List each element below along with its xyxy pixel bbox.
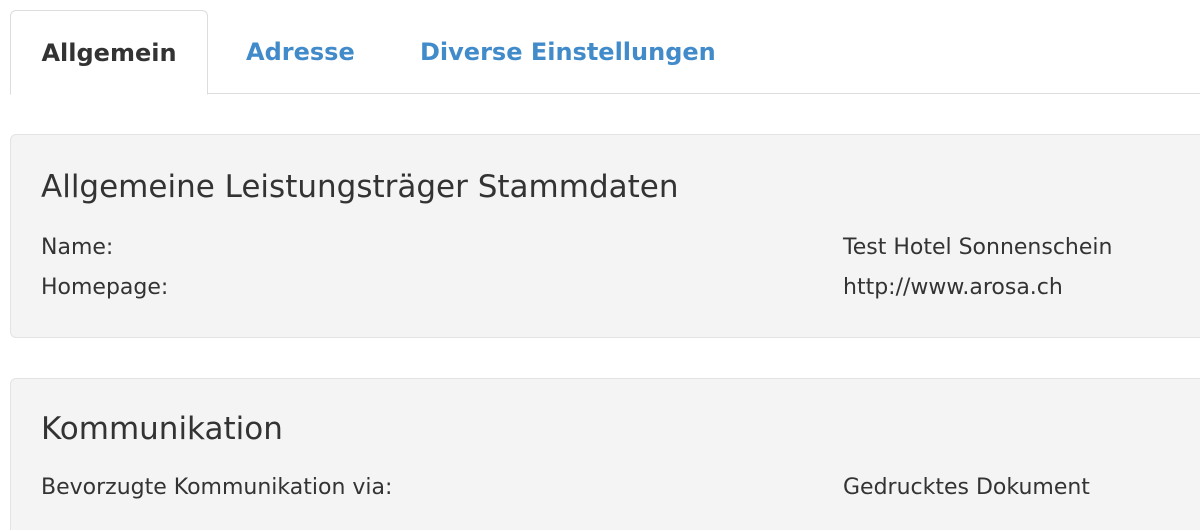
tab-diverse-einstellungen[interactable]: Diverse Einstellungen	[420, 10, 716, 94]
kommunikation-label: Bevorzugte Kommunikation via:	[41, 475, 393, 500]
homepage-value: http://www.arosa.ch	[843, 275, 1063, 300]
kommunikation-panel: Kommunikation Bevorzugte Kommunikation v…	[10, 378, 1200, 530]
homepage-label: Homepage:	[41, 275, 169, 300]
name-value: Test Hotel Sonnenschein	[843, 235, 1113, 260]
stammdaten-panel: Allgemeine Leistungsträger Stammdaten Na…	[10, 134, 1200, 338]
tab-bar: Allgemein Adresse Diverse Einstellungen	[10, 10, 1200, 95]
page: Allgemein Adresse Diverse Einstellungen …	[0, 0, 1200, 530]
tab-allgemein[interactable]: Allgemein	[10, 10, 208, 95]
kommunikation-value: Gedrucktes Dokument	[843, 475, 1090, 500]
kommunikation-title: Kommunikation	[41, 411, 283, 447]
name-label: Name:	[41, 235, 114, 260]
stammdaten-title: Allgemeine Leistungsträger Stammdaten	[41, 169, 679, 205]
tab-adresse[interactable]: Adresse	[246, 10, 355, 94]
